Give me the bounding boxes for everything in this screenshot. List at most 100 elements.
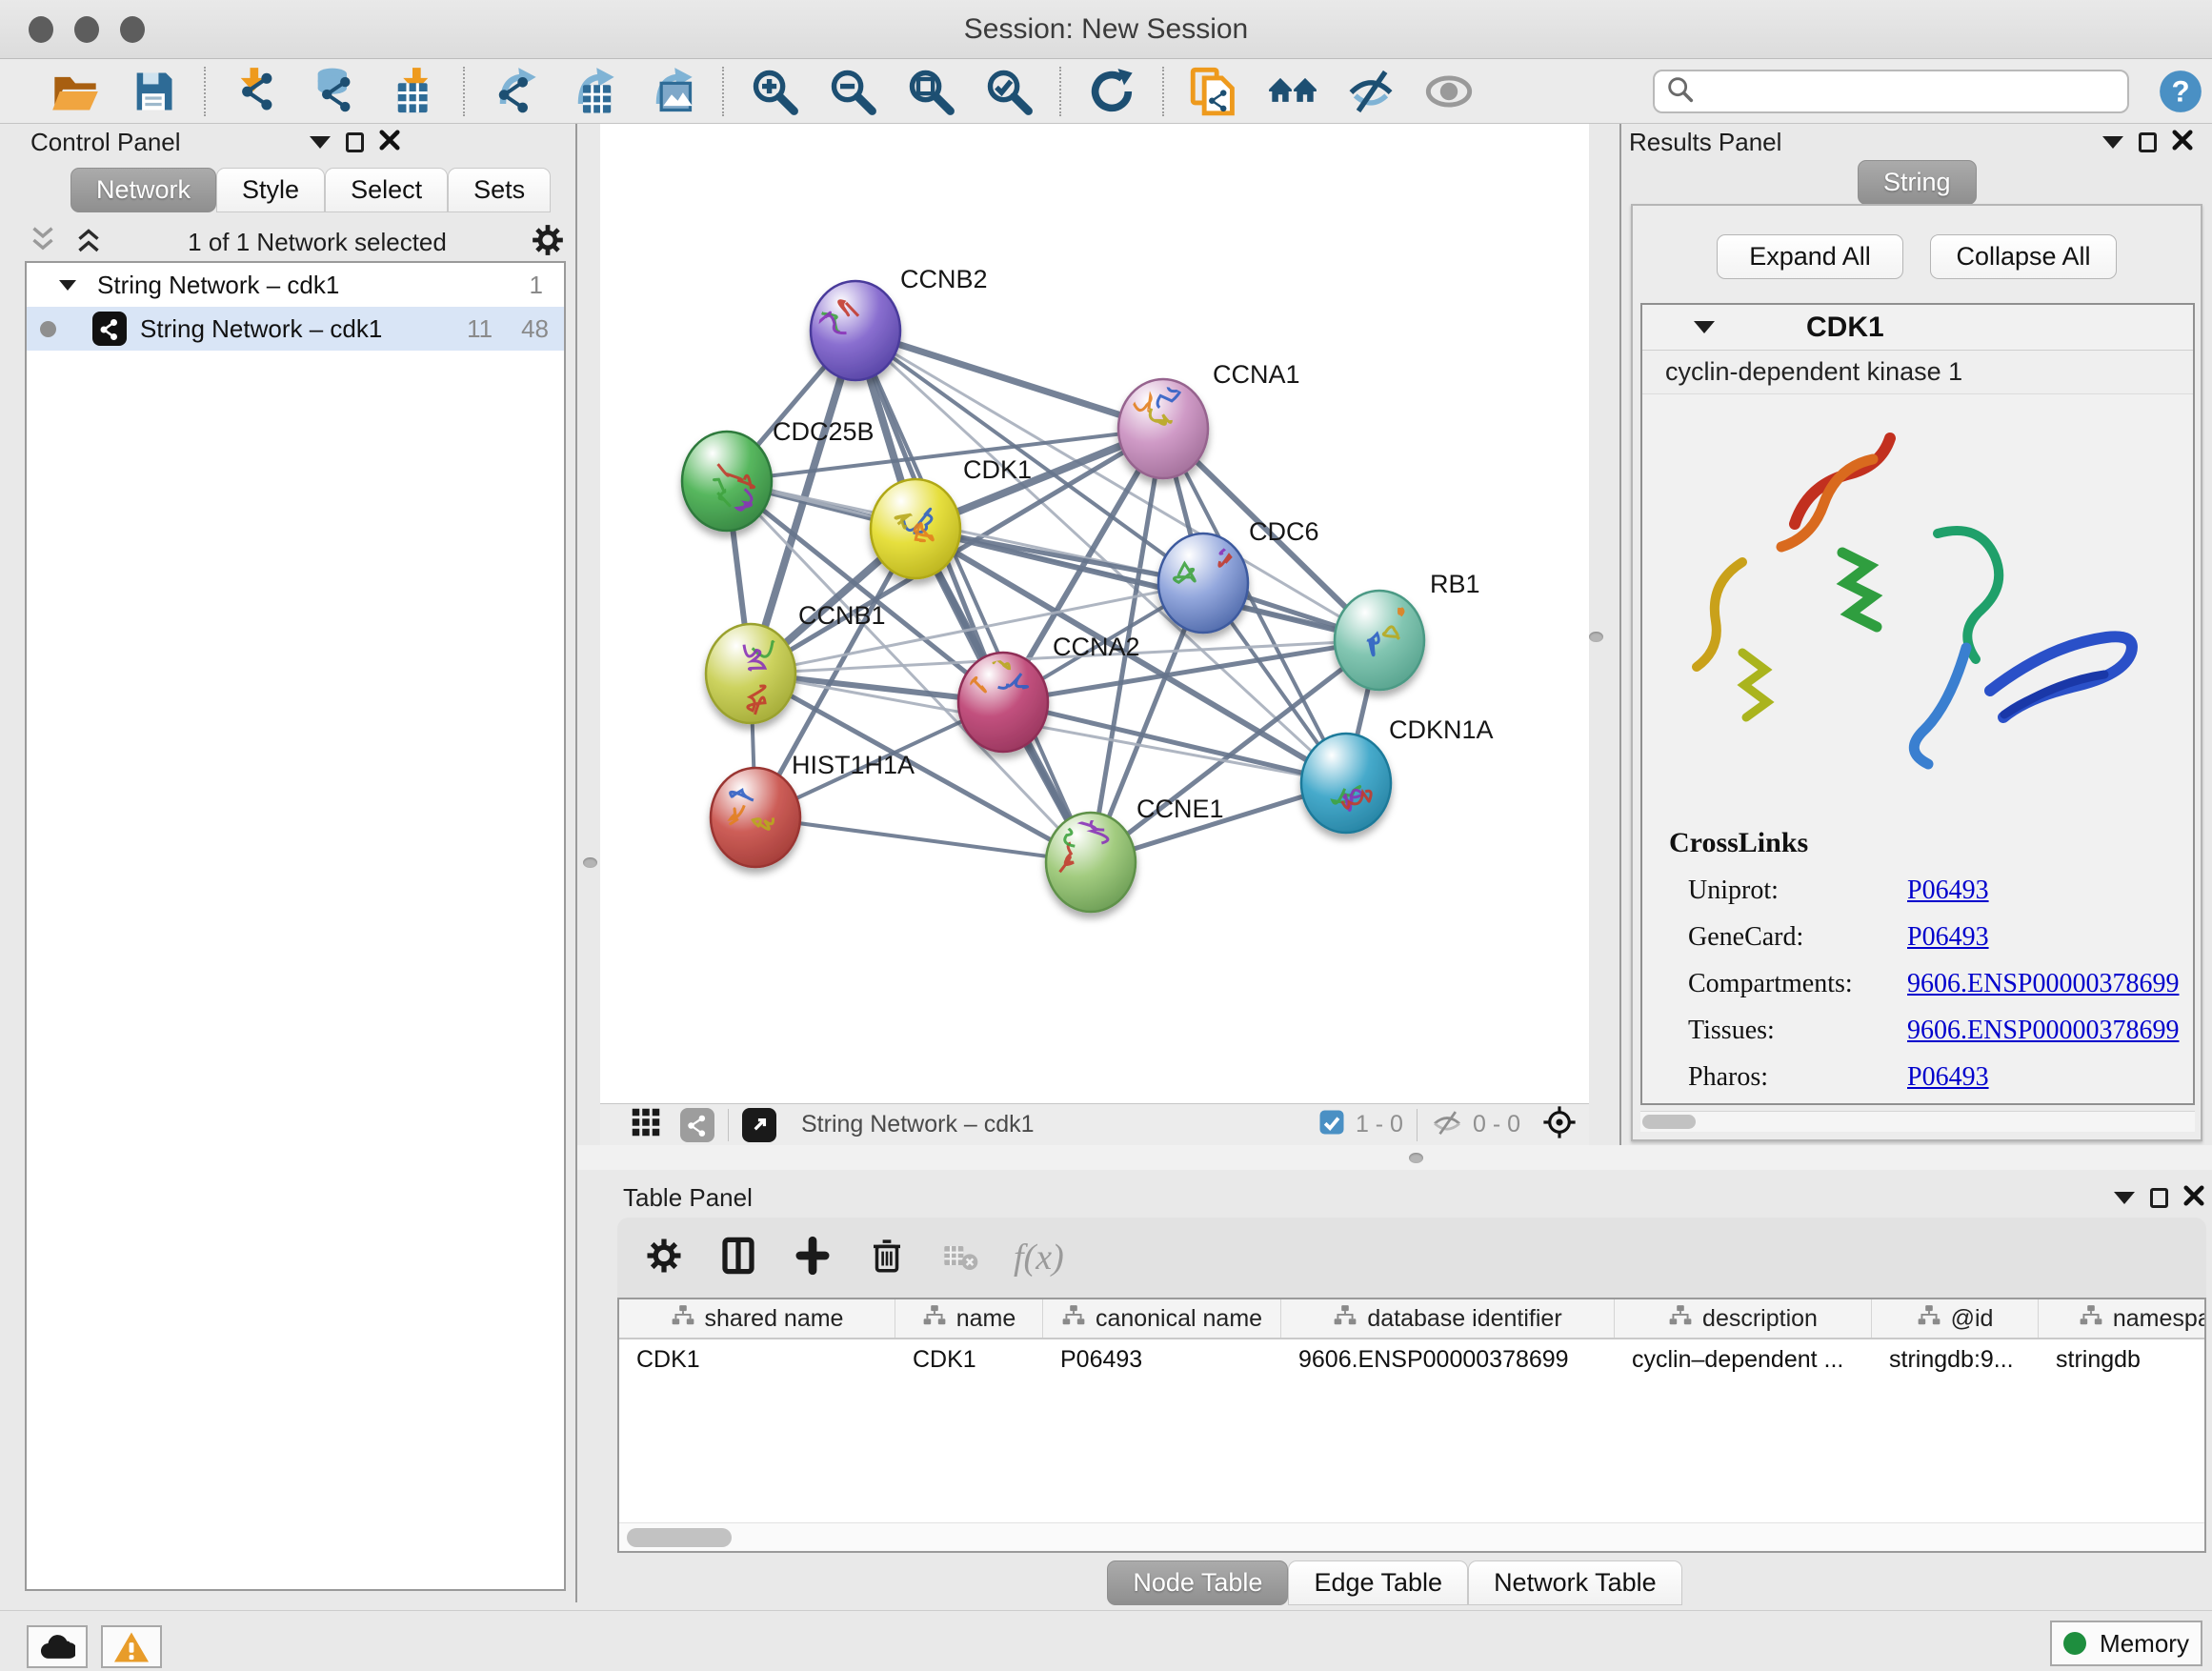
cloud-button[interactable]: [27, 1625, 88, 1668]
tab-node-table[interactable]: Node Table: [1107, 1560, 1288, 1605]
crosslink-link[interactable]: 9606.ENSP00000378699: [1907, 969, 2179, 999]
export-view-icon[interactable]: [742, 1108, 776, 1142]
results-scrollbar[interactable]: [1640, 1111, 2195, 1132]
tab-select[interactable]: Select: [325, 168, 448, 212]
network-view-canvas[interactable]: CCNB2CCNA1CDC25BCDK1CDC6RB1CCNB1CCNA2CDK…: [600, 124, 1589, 1103]
table-cell[interactable]: stringdb: [2039, 1339, 2206, 1379]
panel-menu-icon[interactable]: [2102, 136, 2123, 149]
network-share-icon[interactable]: [680, 1108, 714, 1142]
horizontal-splitter[interactable]: [577, 1145, 2212, 1170]
zoom-in-button[interactable]: [749, 66, 800, 117]
crosslink-link[interactable]: 9606.ENSP00000378699: [1907, 1016, 2179, 1046]
network-tree-row[interactable]: String Network – cdk1 1: [27, 263, 564, 307]
column-header-description[interactable]: description: [1615, 1299, 1872, 1338]
table-cell[interactable]: CDK1: [619, 1339, 895, 1379]
zoom-out-button[interactable]: [827, 66, 878, 117]
window-title: Session: New Session: [0, 13, 2212, 46]
table-cell[interactable]: P06493: [1043, 1339, 1281, 1379]
close-panel-icon[interactable]: [2183, 1185, 2204, 1211]
hidden-eye-icon: [1431, 1108, 1463, 1141]
table-cell[interactable]: cyclin–dependent ...: [1615, 1339, 1872, 1379]
panel-menu-icon[interactable]: [310, 136, 331, 149]
float-panel-icon[interactable]: [2139, 132, 2157, 152]
collection-count: 1: [530, 271, 543, 300]
import-database-button[interactable]: [309, 66, 360, 117]
memory-button[interactable]: Memory: [2050, 1621, 2202, 1666]
tab-string[interactable]: String: [1858, 160, 1977, 205]
toolbar-separator: [463, 67, 465, 116]
node-HIST1H1A[interactable]: [711, 768, 800, 867]
import-network-button[interactable]: [231, 66, 282, 117]
expand-all-button[interactable]: Expand All: [1717, 234, 1903, 279]
column-header-canonicalname[interactable]: canonical name: [1043, 1299, 1281, 1338]
column-header-id[interactable]: @id: [1872, 1299, 2039, 1338]
panel-menu-icon[interactable]: [2114, 1192, 2135, 1204]
add-column-icon[interactable]: [793, 1236, 833, 1280]
zoom-fit-button[interactable]: [905, 66, 956, 117]
column-header-sharedname[interactable]: shared name: [619, 1299, 895, 1338]
node-CDC6[interactable]: [1158, 534, 1248, 633]
table-gear-icon[interactable]: [644, 1236, 684, 1280]
tab-sets[interactable]: Sets: [448, 168, 551, 212]
table-cell[interactable]: stringdb:9...: [1872, 1339, 2039, 1379]
close-panel-icon[interactable]: [379, 130, 400, 155]
grid-view-icon[interactable]: [629, 1105, 663, 1144]
import-table-button[interactable]: [387, 66, 438, 117]
save-session-button[interactable]: [128, 66, 179, 117]
crosslink-link[interactable]: P06493: [1907, 876, 1989, 906]
export-table-button[interactable]: [568, 66, 619, 117]
collapse-all-button[interactable]: Collapse All: [1930, 234, 2117, 279]
column-header-name[interactable]: name: [895, 1299, 1043, 1338]
search-input[interactable]: [1697, 78, 2106, 105]
warning-button[interactable]: [101, 1625, 162, 1668]
network-tree-row[interactable]: String Network – cdk1 11 48: [27, 307, 564, 351]
expand-all-tree-icon[interactable]: [72, 226, 105, 259]
table-cell[interactable]: CDK1: [895, 1339, 1043, 1379]
selected-checkbox-icon[interactable]: [1317, 1108, 1346, 1141]
left-splitter-handle[interactable]: [583, 857, 597, 868]
birds-eye-view-icon[interactable]: [1541, 1104, 1578, 1145]
delete-column-icon[interactable]: [867, 1236, 907, 1280]
help-button[interactable]: ?: [2157, 68, 2204, 120]
node-table[interactable]: shared namenamecanonical namedatabase id…: [617, 1298, 2206, 1553]
refresh-button[interactable]: [1086, 66, 1137, 117]
node-CDC25B[interactable]: [682, 432, 772, 531]
open-session-button[interactable]: [50, 66, 101, 117]
tab-network-table[interactable]: Network Table: [1468, 1560, 1682, 1605]
node-CCNA1[interactable]: [1118, 379, 1208, 478]
right-splitter[interactable]: [1619, 124, 1621, 1145]
clone-network-button[interactable]: [1189, 66, 1240, 117]
tab-network[interactable]: Network: [70, 168, 216, 212]
close-panel-icon[interactable]: [2172, 130, 2193, 155]
hide-selected-button[interactable]: [1345, 66, 1397, 117]
table-cell[interactable]: 9606.ENSP00000378699: [1281, 1339, 1615, 1379]
tree-expander-icon[interactable]: [59, 280, 76, 291]
network-options-gear-icon[interactable]: [530, 222, 566, 263]
float-panel-icon[interactable]: [346, 132, 364, 152]
first-neighbors-button[interactable]: [1267, 66, 1318, 117]
table-row[interactable]: CDK1CDK1P064939606.ENSP00000378699cyclin…: [619, 1339, 2204, 1379]
column-header-databaseidentifier[interactable]: database identifier: [1281, 1299, 1615, 1338]
column-header-namespace[interactable]: namespace: [2039, 1299, 2206, 1338]
right-splitter-handle[interactable]: [1589, 632, 1603, 642]
splitter-handle[interactable]: [1409, 1153, 1423, 1163]
node-label-CCNA2: CCNA2: [1053, 633, 1140, 661]
crosslink-link[interactable]: P06493: [1907, 1062, 1989, 1093]
node-CCNA2[interactable]: [958, 653, 1048, 752]
table-hscrollbar[interactable]: [619, 1522, 2204, 1551]
node-CDKN1A[interactable]: [1301, 734, 1391, 833]
tab-edge-table[interactable]: Edge Table: [1288, 1560, 1468, 1605]
export-image-button[interactable]: [646, 66, 697, 117]
node-CCNB2[interactable]: [811, 281, 900, 380]
search-box[interactable]: [1653, 70, 2129, 113]
show-columns-icon[interactable]: [718, 1236, 758, 1280]
collapse-gene-icon[interactable]: [1694, 321, 1715, 333]
zoom-selected-button[interactable]: [983, 66, 1035, 117]
export-network-button[interactable]: [490, 66, 541, 117]
collapse-all-tree-icon[interactable]: [27, 226, 59, 259]
tab-style[interactable]: Style: [216, 168, 325, 212]
toolbar-separator: [204, 67, 206, 116]
float-panel-icon[interactable]: [2150, 1188, 2168, 1208]
show-all-button[interactable]: [1423, 66, 1475, 117]
crosslink-link[interactable]: P06493: [1907, 922, 1989, 953]
